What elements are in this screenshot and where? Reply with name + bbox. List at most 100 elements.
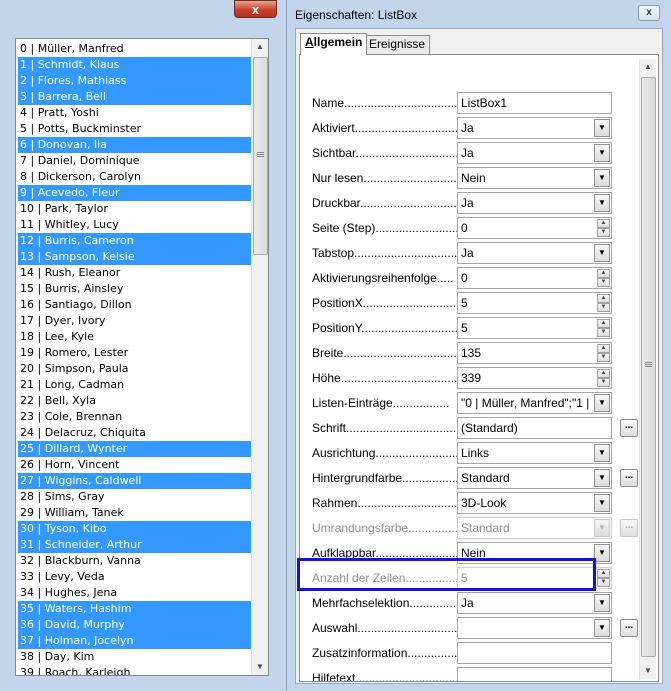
list-item[interactable]: 2 | Flores, Mathiass — [18, 73, 252, 89]
list-item[interactable]: 19 | Romero, Lester — [18, 345, 252, 361]
dropdown-arrow-icon[interactable]: ▼ — [594, 494, 610, 512]
list-item[interactable]: 25 | Dillard, Wynter — [18, 441, 252, 457]
list-item[interactable]: 34 | Hughes, Jena — [18, 585, 252, 601]
list-item[interactable]: 17 | Dyer, Ivory — [18, 313, 252, 329]
spin-up-icon[interactable]: ▲ — [597, 369, 610, 378]
properties-scrollbar[interactable]: ▲ ▼ — [639, 59, 656, 679]
list-item[interactable]: 39 | Roach, Karleigh — [18, 665, 252, 675]
field-höhe[interactable]: 339 ▲ ▼ — [457, 367, 612, 389]
scroll-thumb[interactable] — [641, 77, 656, 657]
list-item[interactable]: 36 | David, Murphy — [18, 617, 252, 633]
list-item[interactable]: 11 | Whitley, Lucy — [18, 217, 252, 233]
list-item[interactable]: 10 | Park, Taylor — [18, 201, 252, 217]
tab-allgemein[interactable]: Allgemein — [300, 33, 368, 55]
list-item[interactable]: 28 | Sims, Gray — [18, 489, 252, 505]
scroll-up-arrow-icon[interactable]: ▲ — [640, 59, 656, 75]
list-item[interactable]: 35 | Waters, Hashim — [18, 601, 252, 617]
dropdown-arrow-icon[interactable]: ▼ — [594, 444, 610, 462]
spin-down-icon[interactable]: ▼ — [597, 378, 610, 387]
field-name[interactable]: ListBox1 — [457, 92, 612, 114]
spin-down-icon[interactable]: ▼ — [597, 303, 610, 312]
field-aktiviert[interactable]: Ja ▼ — [457, 117, 612, 139]
scroll-thumb[interactable] — [253, 57, 268, 255]
list-item[interactable]: 22 | Bell, Xyla — [18, 393, 252, 409]
list-item[interactable]: 26 | Horn, Vincent — [18, 457, 252, 473]
right-titlebar[interactable]: Eigenschaften: ListBox x — [287, 0, 671, 28]
dropdown-arrow-icon[interactable]: ▼ — [594, 169, 610, 187]
dropdown-arrow-icon[interactable]: ▼ — [594, 194, 610, 212]
scroll-up-arrow-icon[interactable]: ▲ — [252, 39, 268, 55]
list-item[interactable]: 33 | Levy, Veda — [18, 569, 252, 585]
spin-down-icon[interactable]: ▼ — [597, 328, 610, 337]
dropdown-arrow-icon[interactable]: ▼ — [594, 144, 610, 162]
field-seite-step-[interactable]: 0 ▲ ▼ — [457, 217, 612, 239]
listbox[interactable]: 0 | Müller, Manfred 1 | Schmidt, Klaus 2 |… — [15, 38, 269, 676]
ellipsis-button[interactable]: ... — [620, 619, 638, 637]
list-item[interactable]: 21 | Long, Cadman — [18, 377, 252, 393]
field-listen-einträge[interactable]: "0 | Müller, Manfred";"1 | ▼ — [457, 392, 612, 414]
list-item[interactable]: 4 | Pratt, Yoshi — [18, 105, 252, 121]
list-item[interactable]: 7 | Daniel, Dominique — [18, 153, 252, 169]
list-item[interactable]: 23 | Cole, Brennan — [18, 409, 252, 425]
left-close-button[interactable]: x — [234, 0, 277, 18]
field-mehrfachselektion[interactable]: Ja ▼ — [457, 592, 612, 614]
spin-up-icon[interactable]: ▲ — [597, 269, 610, 278]
dropdown-arrow-icon[interactable]: ▼ — [594, 244, 610, 262]
spin-up-icon[interactable]: ▲ — [597, 344, 610, 353]
list-item[interactable]: 37 | Holman, Jocelyn — [18, 633, 252, 649]
list-item[interactable]: 13 | Sampson, Kelsie — [18, 249, 252, 265]
list-item[interactable]: 14 | Rush, Eleanor — [18, 265, 252, 281]
field-nur-lesen[interactable]: Nein ▼ — [457, 167, 612, 189]
list-item[interactable]: 20 | Simpson, Paula — [18, 361, 252, 377]
field-rahmen[interactable]: 3D-Look ▼ — [457, 492, 612, 514]
spin-down-icon[interactable]: ▼ — [597, 228, 610, 237]
dropdown-arrow-icon[interactable]: ▼ — [594, 469, 610, 487]
list-item[interactable]: 30 | Tyson, Kibo — [18, 521, 252, 537]
field-sichtbar[interactable]: Ja ▼ — [457, 142, 612, 164]
left-titlebar[interactable]: x — [0, 0, 286, 22]
spin-up-icon[interactable]: ▲ — [597, 219, 610, 228]
listbox-scrollbar[interactable]: ▲ ▼ — [251, 39, 268, 675]
list-item[interactable]: 32 | Blackburn, Vanna — [18, 553, 252, 569]
list-item[interactable]: 16 | Santiago, Dillon — [18, 297, 252, 313]
field-zusatzinformation[interactable] — [457, 642, 612, 664]
field-aktivierungsreihenfolge[interactable]: 0 ▲ ▼ — [457, 267, 612, 289]
spin-down-icon[interactable]: ▼ — [597, 278, 610, 287]
field-breite[interactable]: 135 ▲ ▼ — [457, 342, 612, 364]
scroll-down-arrow-icon[interactable]: ▼ — [640, 663, 656, 679]
ellipsis-button[interactable]: ... — [620, 469, 638, 487]
spin-down-icon[interactable]: ▼ — [597, 353, 610, 362]
list-item[interactable]: 24 | Delacruz, Chiquita — [18, 425, 252, 441]
right-close-button[interactable]: x — [638, 5, 660, 21]
field-druckbar[interactable]: Ja ▼ — [457, 192, 612, 214]
field-schrift[interactable]: (Standard) — [457, 417, 612, 439]
field-positiony[interactable]: 5 ▲ ▼ — [457, 317, 612, 339]
list-item[interactable]: 38 | Day, Kim — [18, 649, 252, 665]
tab-ereignisse[interactable]: Ereignisse — [364, 35, 431, 54]
list-item[interactable]: 31 | Schneider, Arthur — [18, 537, 252, 553]
ellipsis-button[interactable]: ... — [620, 419, 638, 437]
scroll-down-arrow-icon[interactable]: ▼ — [252, 659, 268, 675]
list-item[interactable]: 3 | Barrera, Bell — [18, 89, 252, 105]
dropdown-arrow-icon[interactable]: ▼ — [594, 394, 610, 412]
list-item[interactable]: 29 | William, Tanek — [18, 505, 252, 521]
dropdown-arrow-icon[interactable]: ▼ — [594, 619, 610, 637]
field-hintergrundfarbe[interactable]: Standard ▼ — [457, 467, 612, 489]
field-auswahl[interactable]: ▼ — [457, 617, 612, 639]
spin-up-icon[interactable]: ▲ — [597, 294, 610, 303]
dropdown-arrow-icon[interactable]: ▼ — [594, 594, 610, 612]
list-item[interactable]: 27 | Wiggins, Caldwell — [18, 473, 252, 489]
list-item[interactable]: 9 | Acevedo, Fleur — [18, 185, 252, 201]
field-positionx[interactable]: 5 ▲ ▼ — [457, 292, 612, 314]
dropdown-arrow-icon[interactable]: ▼ — [594, 119, 610, 137]
list-item[interactable]: 12 | Burris, Cameron — [18, 233, 252, 249]
list-item[interactable]: 15 | Burris, Ainsley — [18, 281, 252, 297]
list-item[interactable]: 8 | Dickerson, Carolyn — [18, 169, 252, 185]
list-item[interactable]: 1 | Schmidt, Klaus — [18, 57, 252, 73]
list-item[interactable]: 18 | Lee, Kyle — [18, 329, 252, 345]
field-hilfetext[interactable] — [457, 667, 612, 681]
field-tabstop[interactable]: Ja ▼ — [457, 242, 612, 264]
list-item[interactable]: 5 | Potts, Buckminster — [18, 121, 252, 137]
list-item[interactable]: 6 | Donovan, Ila — [18, 137, 252, 153]
field-ausrichtung[interactable]: Links ▼ — [457, 442, 612, 464]
